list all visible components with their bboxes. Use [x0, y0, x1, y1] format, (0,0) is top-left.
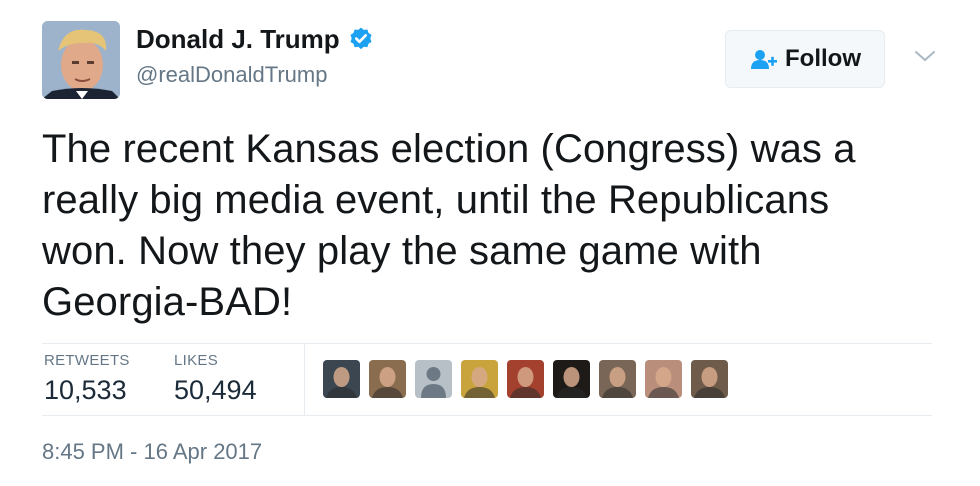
follow-button-label: Follow: [785, 45, 861, 72]
liker-avatar-9[interactable]: [691, 360, 728, 398]
liker-avatar-6[interactable]: [553, 360, 590, 398]
profile-avatar[interactable]: [42, 21, 120, 99]
tweet-text-line: The recent Kansas election (Congress) wa…: [42, 127, 856, 171]
tweet-text-line: really big media event, until the Republ…: [42, 178, 830, 222]
likes-label: LIKES: [174, 352, 219, 369]
verified-badge-icon: [350, 27, 372, 50]
likes-stat[interactable]: LIKES 50,494: [174, 351, 257, 407]
follow-button[interactable]: Follow: [725, 30, 885, 88]
stats-top-divider: [42, 343, 932, 344]
follow-user-plus-icon: [751, 50, 777, 69]
tweet-text: The recent Kansas election (Congress) wa…: [42, 124, 952, 328]
liker-avatar-4[interactable]: [461, 360, 498, 398]
stats-vertical-divider: [304, 344, 305, 415]
liker-avatar-8[interactable]: [645, 360, 682, 398]
user-name-row[interactable]: Donald J. Trump: [136, 22, 374, 56]
user-display-name[interactable]: Donald J. Trump: [136, 22, 340, 56]
likes-count: 50,494: [174, 375, 257, 405]
tweet-text-line: won. Now they play the same game with: [42, 229, 762, 273]
liker-avatar-7[interactable]: [599, 360, 636, 398]
liker-avatar-default[interactable]: [415, 360, 452, 398]
retweets-stat[interactable]: RETWEETS 10,533: [44, 351, 130, 407]
user-handle[interactable]: @realDonaldTrump: [136, 60, 327, 90]
liker-avatars: [323, 360, 728, 398]
tweet-timestamp[interactable]: 8:45 PM - 16 Apr 2017: [42, 438, 262, 466]
chevron-down-icon[interactable]: [912, 48, 938, 64]
liker-avatar-1[interactable]: [323, 360, 360, 398]
avatar-image: [42, 21, 120, 99]
liker-avatar-2[interactable]: [369, 360, 406, 398]
retweets-label: RETWEETS: [44, 352, 130, 369]
stats-bottom-divider: [42, 415, 932, 416]
retweets-count: 10,533: [44, 375, 127, 405]
tweet-text-line: Georgia-BAD!: [42, 280, 293, 324]
liker-avatar-5[interactable]: [507, 360, 544, 398]
